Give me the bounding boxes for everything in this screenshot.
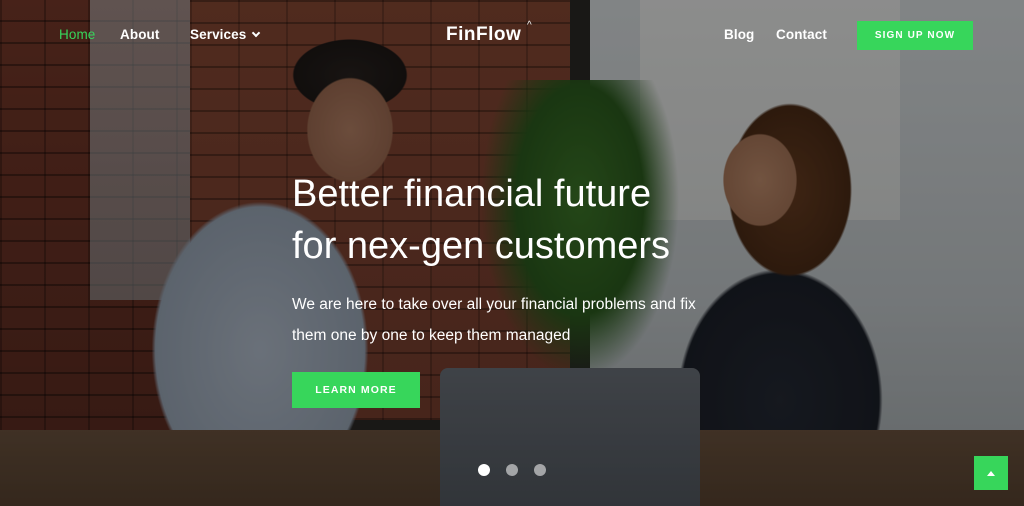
- learn-more-button[interactable]: LEARN MORE: [292, 372, 420, 408]
- slider-dot-3[interactable]: [534, 464, 546, 476]
- arrow-up-icon: [987, 470, 995, 476]
- nav-link-home[interactable]: Home: [59, 27, 95, 42]
- slider-dots: [478, 464, 546, 476]
- chevron-down-icon: [252, 28, 261, 38]
- slider-dot-2[interactable]: [506, 464, 518, 476]
- nav-link-contact[interactable]: Contact: [776, 27, 827, 42]
- nav-link-blog[interactable]: Blog: [724, 27, 754, 42]
- nav-link-about[interactable]: About: [120, 27, 159, 42]
- slider-dot-1[interactable]: [478, 464, 490, 476]
- brand-logo[interactable]: FinFlow: [446, 24, 521, 46]
- nav-link-services-label: Services: [190, 27, 247, 42]
- navbar: Home About Services FinFlow ^ Blog Conta…: [0, 0, 1024, 70]
- hero-title-line-1: Better financial future: [292, 173, 652, 215]
- back-to-top-button[interactable]: [974, 456, 1008, 490]
- hero-subtitle: We are here to take over all your financ…: [292, 296, 696, 344]
- hero-title-line-2: for nex-gen customers: [292, 225, 671, 267]
- sign-up-button[interactable]: SIGN UP NOW: [857, 21, 973, 50]
- nav-link-services[interactable]: Services: [190, 27, 261, 42]
- hero-title: Better financial future for nex-gen cust…: [292, 168, 670, 272]
- logo-caret-icon: ^: [527, 20, 532, 31]
